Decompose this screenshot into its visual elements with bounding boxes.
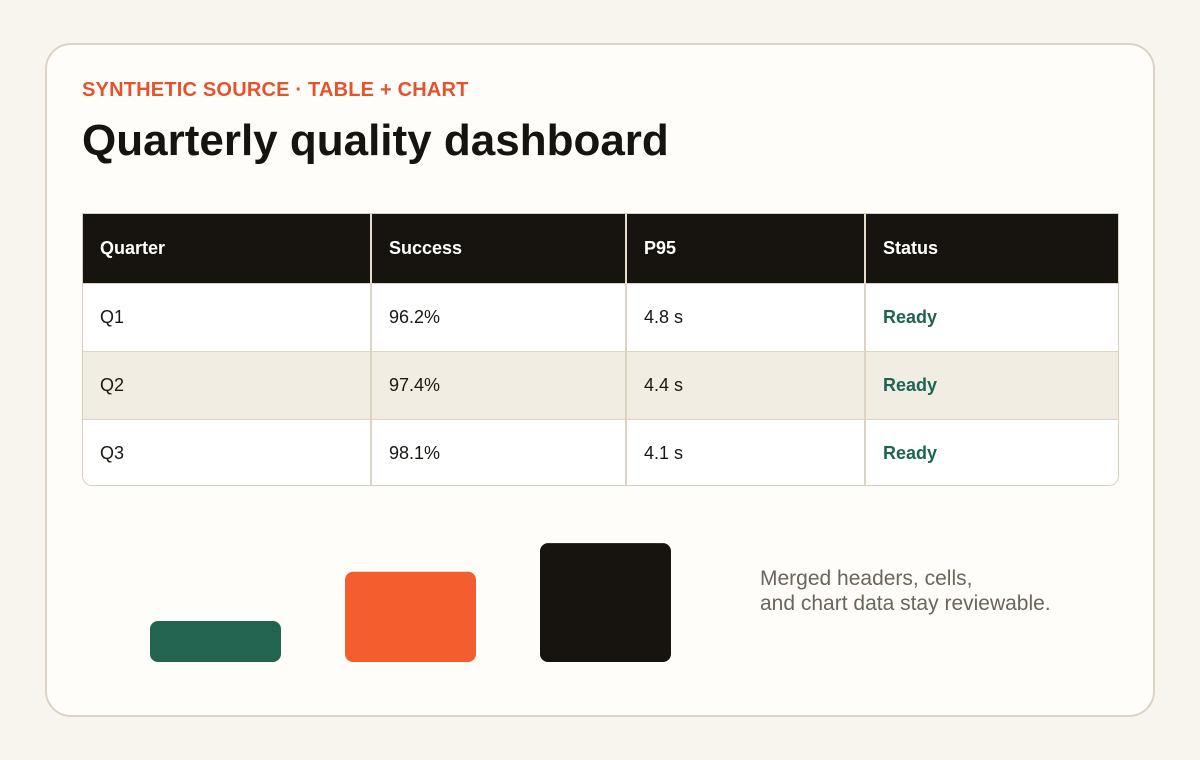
quarter-cell: Q2 xyxy=(83,350,372,419)
status-cell: Ready xyxy=(865,282,1118,351)
page-title: Quarterly quality dashboard xyxy=(82,116,669,165)
column-header-quarter: Quarter xyxy=(83,214,372,283)
table-row: Q2 97.4% 4.4 s Ready xyxy=(83,350,1118,419)
column-header-success: Success xyxy=(371,214,627,283)
column-header-p95: P95 xyxy=(626,214,866,283)
bar-q1 xyxy=(150,621,281,662)
bar-q2 xyxy=(345,571,476,662)
caption-line-1: Merged headers, cells, xyxy=(760,567,973,590)
success-cell: 97.4% xyxy=(371,350,627,419)
quarter-cell: Q1 xyxy=(83,282,372,351)
p95-cell: 4.4 s xyxy=(626,350,866,419)
bar-q3 xyxy=(540,543,671,662)
table-header-row: Quarter Success P95 Status xyxy=(83,214,1118,283)
status-cell: Ready xyxy=(865,418,1118,485)
column-header-status: Status xyxy=(865,214,1118,283)
table-row: Q1 96.2% 4.8 s Ready xyxy=(83,282,1118,351)
table-row: Q3 98.1% 4.1 s Ready xyxy=(83,418,1118,485)
caption-line-2: and chart data stay reviewable. xyxy=(760,592,1051,615)
status-cell: Ready xyxy=(865,350,1118,419)
p95-cell: 4.1 s xyxy=(626,418,866,485)
eyebrow-label: SYNTHETIC SOURCE · TABLE + CHART xyxy=(82,79,469,101)
quality-table: Quarter Success P95 Status Q1 96.2% 4.8 … xyxy=(82,213,1119,486)
success-cell: 98.1% xyxy=(371,418,627,485)
success-cell: 96.2% xyxy=(371,282,627,351)
caption-note: Merged headers, cells, and chart data st… xyxy=(760,566,1120,616)
quarter-cell: Q3 xyxy=(83,418,372,485)
p95-cell: 4.8 s xyxy=(626,282,866,351)
success-bar-chart xyxy=(150,543,671,662)
